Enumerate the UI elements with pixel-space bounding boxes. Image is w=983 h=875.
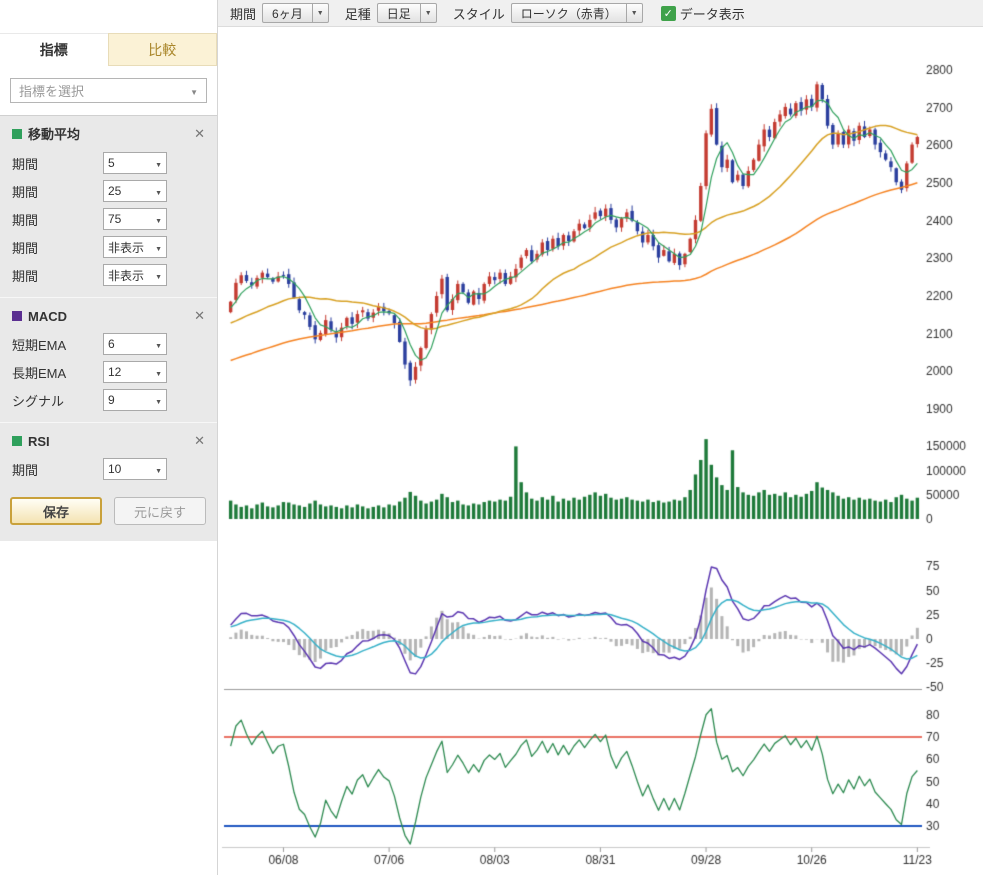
section-moving-average: 移動平均 期間 5 期間 25 [0, 116, 217, 289]
macd-fast-select[interactable]: 6 [103, 333, 167, 355]
section-title: MACD [28, 309, 67, 324]
ma-period-2-select[interactable]: 25 [103, 180, 167, 202]
chevron-down-icon [155, 462, 162, 476]
select-value: 非表示 [108, 239, 144, 256]
param-label: 期間 [12, 460, 38, 479]
param-row: 短期EMA 6 [0, 330, 217, 358]
chevron-down-icon[interactable] [313, 3, 329, 23]
ma-period-1-select[interactable]: 5 [103, 152, 167, 174]
param-label: 短期EMA [12, 335, 66, 354]
bar-type-value[interactable]: 日足 [377, 3, 421, 23]
style-dropdown[interactable]: ローソク（赤青） [511, 3, 643, 23]
chevron-down-icon [155, 337, 162, 351]
select-value: 12 [108, 365, 121, 379]
param-label: 期間 [12, 154, 38, 173]
param-row: シグナル 9 [0, 386, 217, 414]
param-row: 期間 25 [0, 177, 217, 205]
data-display-label: データ表示 [680, 4, 745, 23]
section-rsi: RSI 期間 10 [0, 425, 217, 483]
chevron-down-icon [155, 393, 162, 407]
period-dropdown[interactable]: 6ヶ月 [262, 3, 329, 23]
period-value[interactable]: 6ヶ月 [262, 3, 313, 23]
sidebar-body: 指標を選択 移動平均 期間 5 [0, 66, 217, 541]
chevron-down-icon[interactable] [421, 3, 437, 23]
indicator-color-swatch [12, 311, 22, 321]
save-button[interactable]: 保存 [10, 497, 102, 525]
chart-area: 期間 6ヶ月 足種 日足 スタイル ローソク（赤青） データ表示 [218, 0, 983, 875]
chevron-down-icon [155, 212, 162, 226]
select-value: 9 [108, 393, 115, 407]
section-header: 移動平均 [0, 116, 217, 149]
ma-period-4-select[interactable]: 非表示 [103, 236, 167, 258]
reset-button[interactable]: 元に戻す [114, 497, 206, 525]
param-label: 期間 [12, 238, 38, 257]
indicator-sidebar: 指標 比較 指標を選択 移動平均 期間 5 [0, 0, 218, 875]
chevron-down-icon [155, 365, 162, 379]
param-label: 長期EMA [12, 363, 66, 382]
param-row: 期間 10 [0, 455, 217, 483]
chevron-down-icon [155, 184, 162, 198]
param-label: 期間 [12, 210, 38, 229]
section-divider [0, 422, 217, 423]
param-row: 期間 75 [0, 205, 217, 233]
data-display-checkbox[interactable] [661, 6, 676, 21]
chevron-down-icon[interactable] [627, 3, 643, 23]
select-value: 10 [108, 462, 121, 476]
indicator-select-wrap: 指標を選択 [0, 66, 217, 115]
indicator-select-placeholder: 指標を選択 [19, 81, 84, 100]
macd-signal-select[interactable]: 9 [103, 389, 167, 411]
macd-slow-select[interactable]: 12 [103, 361, 167, 383]
style-label: スタイル [453, 4, 505, 23]
period-label: 期間 [230, 4, 256, 23]
close-icon[interactable] [194, 126, 205, 142]
chevron-down-icon [155, 156, 162, 170]
section-macd: MACD 短期EMA 6 長期EMA 12 [0, 300, 217, 414]
section-header: MACD [0, 300, 217, 330]
sidebar-buttons: 保存 元に戻す [0, 483, 217, 527]
chevron-down-icon [190, 83, 198, 98]
select-value: 75 [108, 212, 121, 226]
param-row: 長期EMA 12 [0, 358, 217, 386]
chart-canvas[interactable] [218, 0, 983, 875]
section-header: RSI [0, 425, 217, 455]
rsi-period-select[interactable]: 10 [103, 458, 167, 480]
bar-type-label: 足種 [345, 4, 371, 23]
chevron-down-icon [155, 240, 162, 254]
param-label: シグナル [12, 391, 64, 410]
param-label: 期間 [12, 266, 38, 285]
section-title: RSI [28, 434, 50, 449]
select-value: 6 [108, 337, 115, 351]
select-value: 25 [108, 184, 121, 198]
close-icon[interactable] [194, 308, 205, 324]
sidebar-tabs: 指標 比較 [0, 33, 217, 66]
style-value[interactable]: ローソク（赤青） [511, 3, 627, 23]
tab-indicators[interactable]: 指標 [0, 33, 108, 66]
param-label: 期間 [12, 182, 38, 201]
param-row: 期間 5 [0, 149, 217, 177]
section-divider [0, 297, 217, 298]
select-value: 非表示 [108, 267, 144, 284]
close-icon[interactable] [194, 433, 205, 449]
param-row: 期間 非表示 [0, 261, 217, 289]
indicator-sections: 移動平均 期間 5 期間 25 [0, 115, 217, 541]
ma-period-3-select[interactable]: 75 [103, 208, 167, 230]
section-title: 移動平均 [28, 124, 80, 143]
indicator-color-swatch [12, 436, 22, 446]
indicator-select[interactable]: 指標を選択 [10, 78, 207, 103]
chart-toolbar: 期間 6ヶ月 足種 日足 スタイル ローソク（赤青） データ表示 [218, 0, 983, 27]
chevron-down-icon [155, 268, 162, 282]
select-value: 5 [108, 156, 115, 170]
param-row: 期間 非表示 [0, 233, 217, 261]
tab-compare[interactable]: 比較 [108, 33, 218, 66]
indicator-color-swatch [12, 129, 22, 139]
bar-type-dropdown[interactable]: 日足 [377, 3, 437, 23]
ma-period-5-select[interactable]: 非表示 [103, 264, 167, 286]
